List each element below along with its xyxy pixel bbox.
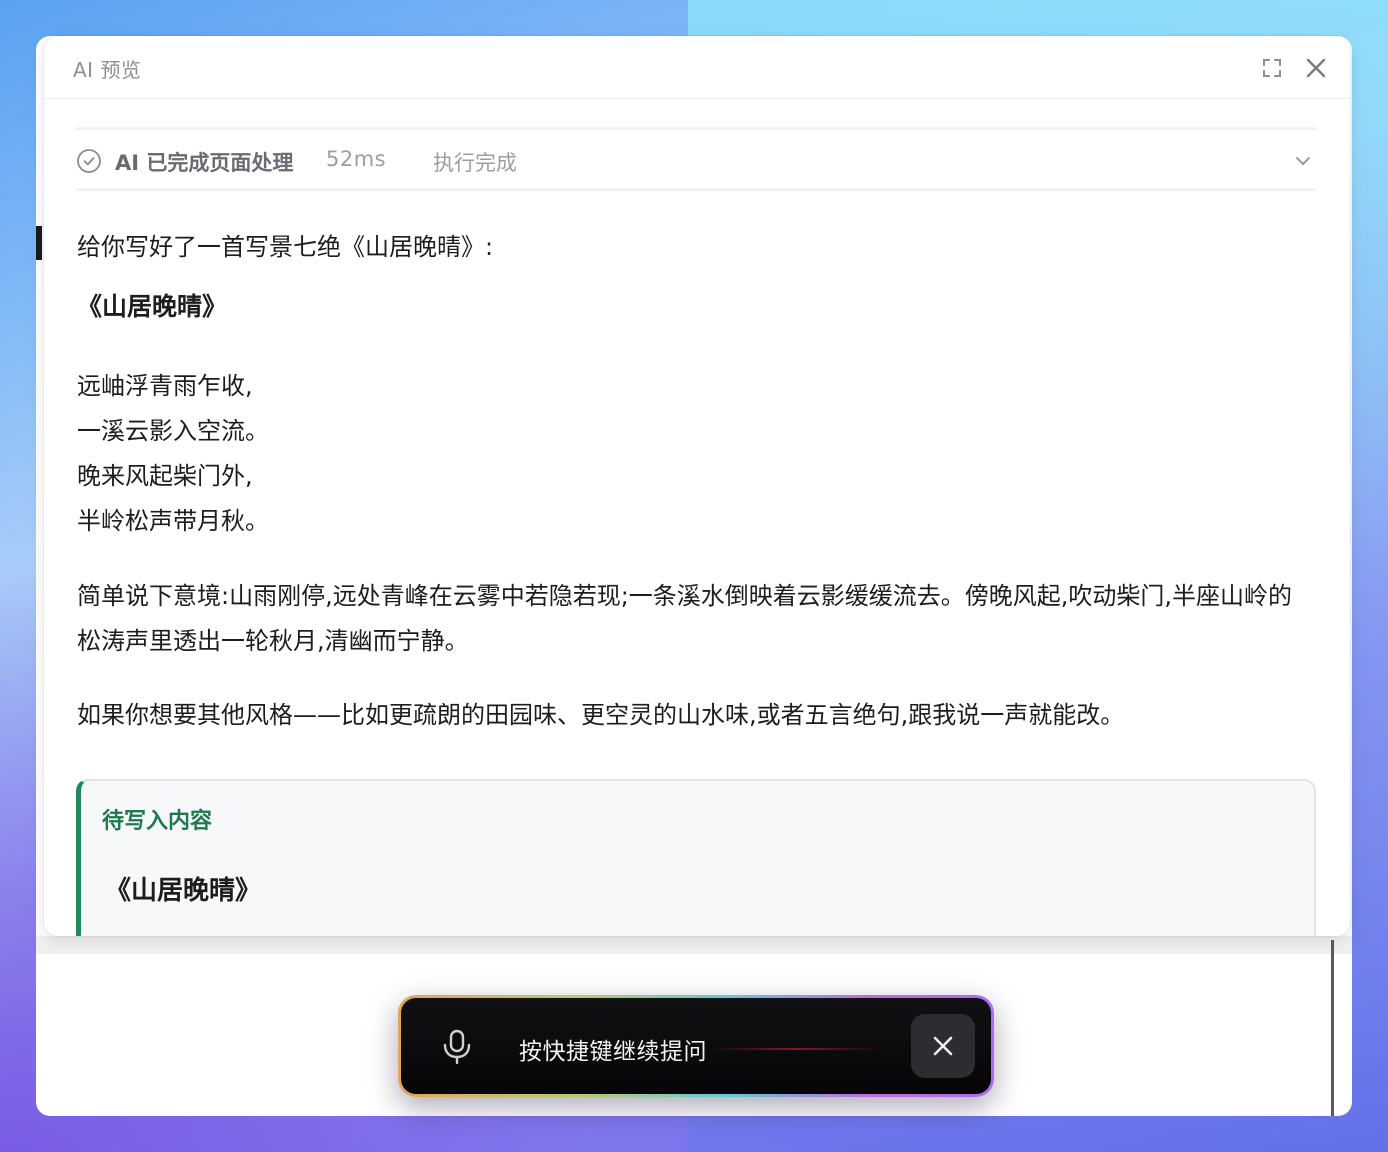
- ai-preview-panel: AI 预览 AI 已完成页面处理 52ms 执行完成 给你写好了一首写景七绝《山…: [44, 36, 1350, 936]
- voice-close-button[interactable]: [911, 1014, 975, 1078]
- poem-line: 晚来风起柴门外,: [77, 462, 253, 490]
- voice-input-inner: 按快捷键继续提问: [401, 998, 991, 1094]
- explanation-paragraph: 简单说下意境:山雨刚停,远处青峰在云雾中若隐若现;一条溪水倒映着云影缓缓流去。傍…: [77, 582, 1293, 655]
- status-title: AI 已完成页面处理: [115, 151, 294, 175]
- microphone-icon[interactable]: [441, 1029, 473, 1065]
- pending-content-card: 待写入内容 《山居晚晴》: [76, 779, 1316, 936]
- preview-title: AI 预览: [73, 58, 142, 82]
- pending-label: 待写入内容: [102, 809, 213, 834]
- poem-line: 远岫浮青雨乍收,: [77, 372, 253, 400]
- poem-title: 《山居晚晴》: [77, 292, 228, 321]
- close-icon: [1306, 58, 1326, 78]
- underlying-app-scrollbar: [1331, 940, 1334, 1116]
- followup-paragraph: 如果你想要其他风格——比如更疏朗的田园味、更空灵的山水味,或者五言绝句,跟我说一…: [77, 701, 1125, 729]
- close-preview-button[interactable]: [1300, 52, 1332, 84]
- preview-header: AI 预览: [44, 36, 1350, 99]
- status-state: 执行完成: [433, 151, 517, 175]
- poem-line: 一溪云影入空流。: [77, 417, 269, 445]
- poem-line: 半岭松声带月秋。: [77, 507, 269, 535]
- check-circle-icon: [77, 149, 101, 173]
- voice-input-bar: 按快捷键继续提问: [398, 995, 994, 1097]
- status-duration: 52ms: [326, 147, 387, 171]
- fullscreen-icon: [1263, 59, 1281, 77]
- underlying-app-edge-mark: [36, 226, 42, 260]
- voice-waveform: [711, 1048, 881, 1050]
- status-bar[interactable]: AI 已完成页面处理 52ms 执行完成: [76, 127, 1316, 191]
- fullscreen-button[interactable]: [1256, 52, 1288, 84]
- intro-text: 给你写好了一首写景七绝《山居晚晴》:: [77, 233, 494, 261]
- close-icon: [933, 1036, 953, 1056]
- underlying-app-band: [36, 936, 1352, 954]
- voice-prompt: 按快捷键继续提问: [519, 1039, 707, 1065]
- chevron-down-icon[interactable]: [1292, 150, 1314, 172]
- pending-poem-title: 《山居晚晴》: [105, 876, 262, 906]
